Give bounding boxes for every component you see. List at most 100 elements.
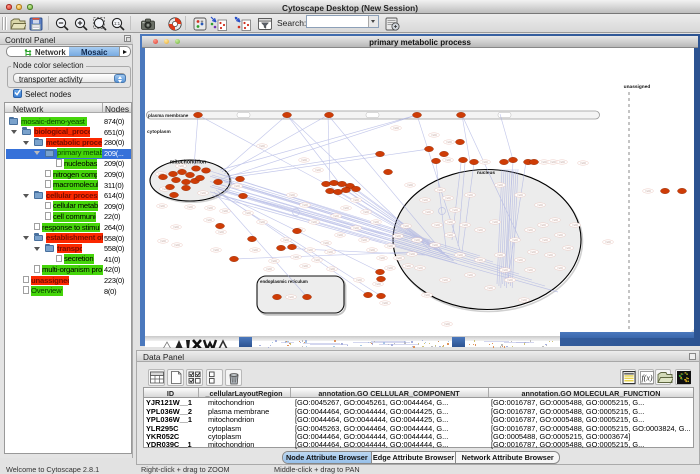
svg-text:Yal00: Yal00 <box>565 247 572 250</box>
svg-text:Yal00: Yal00 <box>557 234 564 237</box>
svg-text:Yal00: Yal00 <box>343 207 350 210</box>
svg-text:Yal00: Yal00 <box>288 296 295 299</box>
svg-text:Yal00: Yal00 <box>452 209 459 212</box>
svg-text:Yal00: Yal00 <box>444 323 451 326</box>
svg-text:Yal00: Yal00 <box>432 244 439 247</box>
svg-text:Yal00: Yal00 <box>361 239 368 242</box>
svg-text:Yal00: Yal00 <box>160 240 167 243</box>
svg-text:Yal00: Yal00 <box>187 206 194 209</box>
svg-text:Yal00: Yal00 <box>424 294 431 297</box>
svg-text:Yal00: Yal00 <box>542 239 549 242</box>
svg-text:Yal00: Yal00 <box>477 229 484 232</box>
svg-text:Yal00: Yal00 <box>315 169 322 172</box>
svg-text:Yal00: Yal00 <box>512 239 519 242</box>
svg-text:Yal00: Yal00 <box>541 161 548 164</box>
svg-text:Yal00: Yal00 <box>289 194 296 197</box>
svg-text:unassigned: unassigned <box>624 84 651 90</box>
svg-text:Yal00: Yal00 <box>497 254 504 257</box>
svg-text:Yal00: Yal00 <box>266 268 273 271</box>
svg-text:Yal00: Yal00 <box>301 159 308 162</box>
svg-text:Yal00: Yal00 <box>395 235 402 238</box>
svg-text:Yal00: Yal00 <box>530 251 537 254</box>
svg-text:Yal00: Yal00 <box>409 253 416 256</box>
svg-text:Yal00: Yal00 <box>517 194 524 197</box>
svg-text:Yal00: Yal00 <box>396 257 403 260</box>
svg-text:Yal00: Yal00 <box>502 269 509 272</box>
svg-text:Yal00: Yal00 <box>407 184 414 187</box>
svg-text:Yal00: Yal00 <box>363 211 370 214</box>
svg-text:Yal00: Yal00 <box>373 221 380 224</box>
svg-text:Yal00: Yal00 <box>337 234 344 237</box>
svg-text:Yal00: Yal00 <box>540 224 547 227</box>
svg-text:Yal00: Yal00 <box>159 205 166 208</box>
svg-text:Yal00: Yal00 <box>307 249 314 252</box>
svg-text:Yal00: Yal00 <box>552 219 559 222</box>
svg-text:Yal00: Yal00 <box>174 244 181 247</box>
svg-text:Yal00: Yal00 <box>213 249 220 252</box>
svg-text:Yal00: Yal00 <box>178 165 185 168</box>
svg-text:Yal00: Yal00 <box>369 249 376 252</box>
svg-text:Yal00: Yal00 <box>218 231 225 234</box>
svg-text:Yal00: Yal00 <box>353 227 360 230</box>
svg-text:Yal00: Yal00 <box>353 199 360 202</box>
svg-text:mitochondrion: mitochondrion <box>170 160 206 166</box>
svg-text:Yal00: Yal00 <box>222 210 229 213</box>
svg-text:Yal00: Yal00 <box>437 189 444 192</box>
svg-text:Yal00: Yal00 <box>434 224 441 227</box>
svg-text:Yal00: Yal00 <box>497 184 504 187</box>
svg-text:Yal00: Yal00 <box>382 302 389 305</box>
svg-text:Yal00: Yal00 <box>234 185 241 188</box>
svg-text:Yal00: Yal00 <box>417 267 424 270</box>
svg-text:Yal00: Yal00 <box>173 226 180 229</box>
svg-text:Yal00: Yal00 <box>550 161 557 164</box>
svg-text:Yal00: Yal00 <box>252 249 259 252</box>
svg-text:Yal00: Yal00 <box>302 204 309 207</box>
svg-text:Yal00: Yal00 <box>207 207 214 210</box>
svg-text:Yal00: Yal00 <box>537 204 544 207</box>
svg-text:Yal00: Yal00 <box>405 265 412 268</box>
svg-text:Yal00: Yal00 <box>492 221 499 224</box>
svg-text:Yal00: Yal00 <box>333 215 340 218</box>
svg-text:Yal00: Yal00 <box>467 194 474 197</box>
svg-text:Yal00: Yal00 <box>323 242 330 245</box>
svg-text:1:1: 1:1 <box>113 20 120 25</box>
svg-text:Yal00: Yal00 <box>572 224 579 227</box>
svg-text:Yal00: Yal00 <box>259 221 266 224</box>
svg-text:Yal00: Yal00 <box>379 257 386 260</box>
svg-text:Yal00: Yal00 <box>447 221 454 224</box>
svg-text:Yal00: Yal00 <box>327 251 334 254</box>
svg-text:Yal00: Yal00 <box>482 161 489 164</box>
svg-text:Yal00: Yal00 <box>507 279 514 282</box>
svg-text:cytoplasm: cytoplasm <box>147 129 171 135</box>
svg-text:Yal00: Yal00 <box>446 141 453 144</box>
svg-text:Yal00: Yal00 <box>387 267 394 270</box>
svg-text:Yal00: Yal00 <box>457 254 464 257</box>
svg-text:Yal00: Yal00 <box>293 256 300 259</box>
svg-text:Yal00: Yal00 <box>393 127 400 130</box>
svg-text:Yal00: Yal00 <box>559 161 566 164</box>
svg-text:Yal00: Yal00 <box>547 254 554 257</box>
svg-text:Yal00: Yal00 <box>387 245 394 248</box>
svg-text:Yal00: Yal00 <box>314 259 321 262</box>
svg-text:Yal00: Yal00 <box>414 239 421 242</box>
svg-text:Yal00: Yal00 <box>271 260 278 263</box>
svg-text:Yal00: Yal00 <box>329 268 336 271</box>
svg-text:Yal00: Yal00 <box>557 267 564 270</box>
svg-text:Yal00: Yal00 <box>477 259 484 262</box>
svg-text:Yal00: Yal00 <box>422 199 429 202</box>
svg-text:Yal00: Yal00 <box>527 269 534 272</box>
svg-text:Yal00: Yal00 <box>445 197 452 200</box>
svg-text:Yal00: Yal00 <box>200 192 207 195</box>
svg-text:Yal00: Yal00 <box>527 229 534 232</box>
svg-text:Yal00: Yal00 <box>356 279 363 282</box>
svg-text:Yal00: Yal00 <box>302 265 309 268</box>
svg-text:endoplasmic reticulum: endoplasmic reticulum <box>260 279 308 284</box>
svg-text:Yal00: Yal00 <box>605 241 612 244</box>
svg-text:Yal00: Yal00 <box>645 190 652 193</box>
svg-text:Yal00: Yal00 <box>467 274 474 277</box>
svg-text:Yal00: Yal00 <box>245 212 252 215</box>
svg-text:nucleus: nucleus <box>477 170 495 176</box>
svg-text:Yal00: Yal00 <box>517 259 524 262</box>
svg-text:plasma membrane: plasma membrane <box>148 113 189 118</box>
svg-text:Yal00: Yal00 <box>462 224 469 227</box>
